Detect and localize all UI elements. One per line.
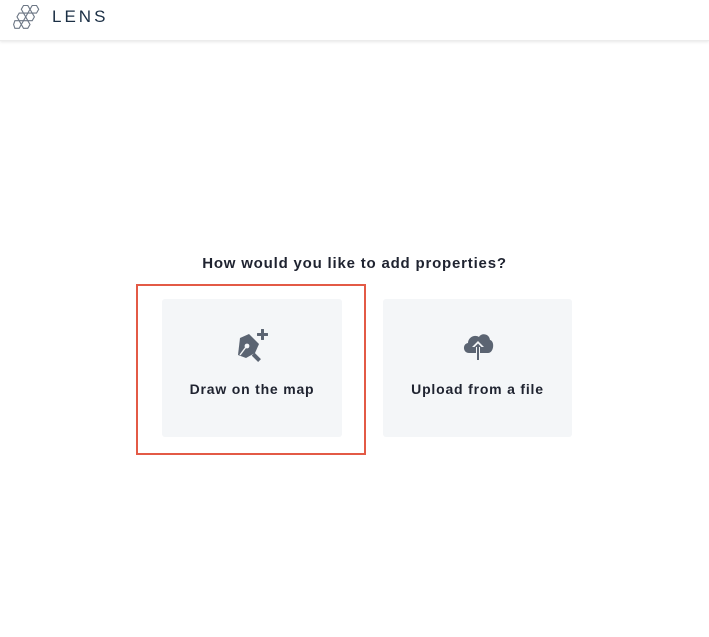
hexagon-cluster-icon: [13, 4, 40, 29]
add-properties-question: How would you like to add properties?: [202, 255, 507, 272]
cloud-upload-icon: [463, 334, 493, 360]
top-header: LENS: [0, 0, 709, 41]
upload-from-file-label: Upload from a file: [411, 381, 544, 397]
draw-on-map-label: Draw on the map: [189, 381, 315, 397]
app-root: LENS How would you like to add propertie…: [0, 0, 709, 637]
draw-on-map-option[interactable]: Draw on the map: [162, 299, 342, 437]
upload-from-file-option[interactable]: Upload from a file: [383, 299, 572, 437]
brand-name: LENS: [52, 7, 109, 26]
brand-logo[interactable]: LENS: [13, 4, 108, 30]
pen-tool-plus-icon: [238, 329, 268, 362]
